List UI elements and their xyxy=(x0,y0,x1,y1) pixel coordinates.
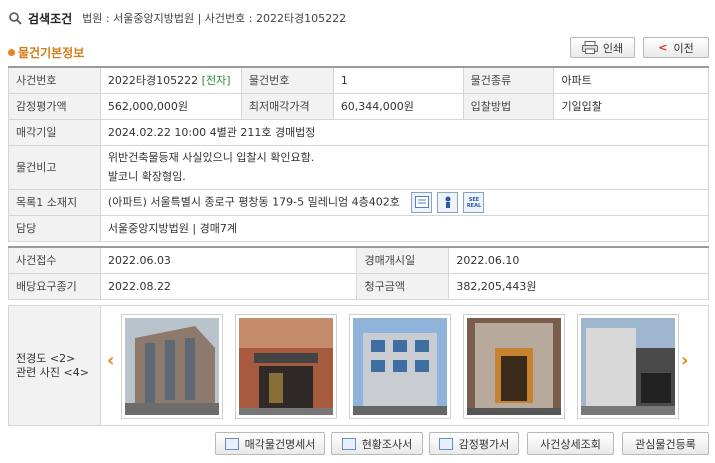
photo-strip: ‹ › xyxy=(101,306,708,425)
print-button[interactable]: 인쇄 xyxy=(570,37,635,58)
prev-label: 이전 xyxy=(673,41,694,55)
appraisal-doc-label: 감정평가서 xyxy=(458,437,510,451)
claim-amount-value: 382,205,443원 xyxy=(448,272,709,300)
photo-section: 전경도 <2> 관련 사진 <4> ‹ › xyxy=(8,305,709,426)
table-row: 목록1 소재지 (아파트) 서울특별시 종로구 평창동 179-5 밀레니엄 4… xyxy=(8,188,710,216)
printer-icon xyxy=(581,41,598,54)
contact-value: 서울중앙지방법원 | 경매7계 xyxy=(99,214,710,242)
chevron-left-icon: < xyxy=(658,41,668,54)
photo-label-line: 전경도 <2> xyxy=(16,351,76,365)
photo-thumbnail[interactable] xyxy=(577,314,679,419)
min-price-value: 60,344,000원 xyxy=(332,92,464,120)
table-row: 담당 서울중앙지방법원 | 경매7계 xyxy=(8,214,710,242)
seereal-icon[interactable]: SEE REAL xyxy=(463,191,485,213)
table-row: 감정평가액 562,000,000원 최저매각가격 60,344,000원 입찰… xyxy=(8,92,709,120)
section-title: 물건기본정보 xyxy=(8,44,84,61)
bid-method-label: 입찰방법 xyxy=(462,92,555,120)
chevron-left-icon[interactable]: ‹ xyxy=(107,350,114,371)
photo-thumbnail[interactable] xyxy=(235,314,337,419)
bid-method-value: 기일입찰 xyxy=(553,92,709,120)
street-view-icon[interactable] xyxy=(437,191,459,213)
status-report-button[interactable]: 현황조사서 xyxy=(331,432,423,455)
claim-deadline-label: 배당요구종기 xyxy=(8,272,101,300)
table-row: 매각기일 2024.02.22 10:00 4별관 211호 경매법정 xyxy=(8,118,710,146)
item-no: 1 xyxy=(332,66,464,94)
sale-date-value: 2024.02.22 10:00 4별관 211호 경매법정 xyxy=(99,118,710,146)
status-report-label: 현황조사서 xyxy=(361,437,413,451)
case-no-cell: 2022타경105222 [전자] xyxy=(99,66,242,94)
search-condition-bar: 검색조건 법원 : 서울중앙지방법원 | 사건번호 : 2022타경105222 xyxy=(8,8,346,28)
claim-deadline-value: 2022.08.22 xyxy=(99,272,358,300)
table-row: 물건비고 위반건축물등재 사실있으니 입찰시 확인요함. 발코니 확장형임. xyxy=(8,144,710,190)
item-type-label: 물건종류 xyxy=(462,66,555,94)
search-title: 검색조건 xyxy=(28,11,73,26)
photo-thumbnail[interactable] xyxy=(121,314,223,419)
bullet-icon xyxy=(8,49,15,56)
min-price-label: 최저매각가격 xyxy=(240,92,334,120)
remarks-value: 위반건축물등재 사실있으니 입찰시 확인요함. 발코니 확장형임. xyxy=(99,144,710,190)
photo-thumbnail[interactable] xyxy=(349,314,451,419)
photo-label-line: 관련 사진 <4> xyxy=(16,365,89,379)
search-conditions: 법원 : 서울중앙지방법원 | 사건번호 : 2022타경105222 xyxy=(82,12,347,25)
pencil-icon xyxy=(438,437,453,450)
case-detail-button[interactable]: 사건상세조회 xyxy=(527,432,614,455)
address-label: 목록1 소재지 xyxy=(8,188,101,216)
chevron-right-icon[interactable]: › xyxy=(681,350,688,371)
print-label: 인쇄 xyxy=(602,41,624,55)
auction-start-value: 2022.06.10 xyxy=(448,246,709,274)
remarks-label: 물건비고 xyxy=(8,144,101,190)
sale-date-label: 매각기일 xyxy=(8,118,101,146)
claim-amount-label: 청구금액 xyxy=(356,272,450,300)
appraisal-doc-button[interactable]: 감정평가서 xyxy=(429,432,519,455)
document-icon xyxy=(224,437,239,450)
table-row: 사건번호 2022타경105222 [전자] 물건번호 1 물건종류 아파트 xyxy=(8,66,709,94)
received-label: 사건접수 xyxy=(8,246,101,274)
prev-button[interactable]: < 이전 xyxy=(643,37,709,58)
sale-doc-label: 매각물건명세서 xyxy=(244,437,316,451)
table-row: 배당요구종기 2022.08.22 청구금액 382,205,443원 xyxy=(8,272,709,300)
appraisal-label: 감정평가액 xyxy=(8,92,101,120)
remarks-line: 위반건축물등재 사실있으니 입찰시 확인요함. xyxy=(107,151,315,164)
photo-label: 전경도 <2> 관련 사진 <4> xyxy=(9,306,101,425)
appraisal-value: 562,000,000원 xyxy=(99,92,242,120)
case-detail-label: 사건상세조회 xyxy=(540,437,601,451)
search-icon xyxy=(9,12,22,25)
map-icon[interactable] xyxy=(411,191,433,213)
case-no: 2022타경105222 xyxy=(107,74,199,88)
received-value: 2022.06.03 xyxy=(99,246,358,274)
table-row: 사건접수 2022.06.03 경매개시일 2022.06.10 xyxy=(8,246,709,274)
watch-label: 관심물건등록 xyxy=(635,437,696,451)
address-value: (아파트) 서울특별시 종로구 평창동 179-5 밀레니엄 4층402호 xyxy=(107,195,400,208)
address-cell: (아파트) 서울특별시 종로구 평창동 179-5 밀레니엄 4층402호 SE… xyxy=(99,188,710,216)
item-type: 아파트 xyxy=(553,66,709,94)
item-no-label: 물건번호 xyxy=(240,66,334,94)
remarks-line: 발코니 확장형임. xyxy=(107,170,186,183)
date-info-table: 사건접수 2022.06.03 경매개시일 2022.06.10 배당요구종기 … xyxy=(8,246,709,300)
auction-start-label: 경매개시일 xyxy=(356,246,450,274)
document-icon xyxy=(341,437,356,450)
basic-info-table: 사건번호 2022타경105222 [전자] 물건번호 1 물건종류 아파트 감… xyxy=(8,66,710,242)
contact-label: 담당 xyxy=(8,214,101,242)
electronic-tag: [전자] xyxy=(201,74,231,88)
bottom-toolbar: 매각물건명세서 현황조사서 감정평가서 사건상세조회 관심물건등록 xyxy=(0,432,715,455)
watch-button[interactable]: 관심물건등록 xyxy=(622,432,709,455)
photo-thumbnail[interactable] xyxy=(463,314,565,419)
svg-text:REAL: REAL xyxy=(467,203,482,209)
sale-doc-button[interactable]: 매각물건명세서 xyxy=(215,432,325,455)
section-title-label: 물건기본정보 xyxy=(18,46,85,60)
case-no-label: 사건번호 xyxy=(8,66,101,94)
